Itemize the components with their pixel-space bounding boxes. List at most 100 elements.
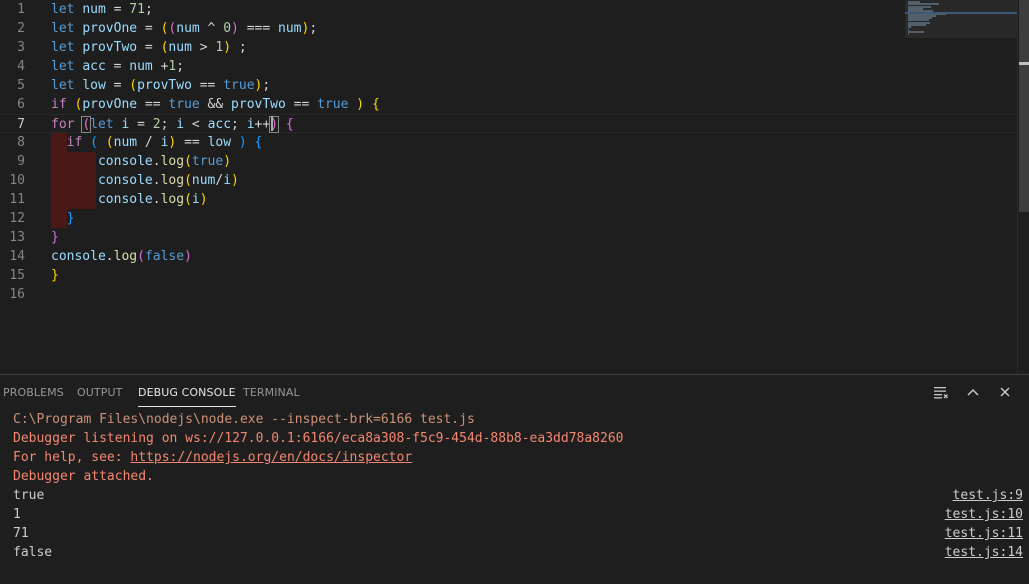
line-number[interactable]: 2 [0, 19, 25, 38]
code-line[interactable]: 14 console.log(false) [0, 247, 1017, 266]
code-token: ; [262, 78, 271, 93]
code-token: if [51, 97, 67, 112]
line-number[interactable]: 8 [0, 133, 25, 152]
inspector-docs-link[interactable]: https://nodejs.org/en/docs/inspector [130, 450, 412, 465]
code-token: ( [184, 154, 192, 169]
code-line[interactable]: 13} [0, 228, 1017, 247]
code-token: < [184, 117, 208, 132]
editor-scrollbar-thumb[interactable] [1019, 0, 1029, 212]
panel-tabs: PROBLEMS OUTPUT DEBUG CONSOLE TERMINAL [0, 375, 900, 409]
code-token: 71 [129, 2, 145, 17]
code-token: == [176, 135, 208, 150]
code-editor[interactable]: 1 let num = 71; 2 let provOne = ((num ^ 0) … [0, 0, 1029, 374]
code-token: false [144, 249, 185, 264]
code-token: console [51, 249, 106, 264]
code-token: } [51, 268, 59, 283]
line-number[interactable]: 13 [0, 228, 25, 247]
code-token: { [285, 117, 294, 132]
clear-console-icon-glyph [934, 387, 948, 399]
code-token: / [137, 135, 161, 150]
line-number[interactable]: 11 [0, 190, 25, 209]
line-number[interactable]: 5 [0, 76, 25, 95]
code-token: == [191, 78, 224, 93]
code-token: > [191, 40, 216, 55]
code-token: { [254, 135, 263, 150]
line-number[interactable]: 7 [0, 115, 25, 134]
console-line: 71 [13, 526, 29, 541]
code-token: 0 [223, 21, 232, 36]
code-line[interactable]: 12 } [0, 209, 1017, 228]
code-token: num [168, 40, 192, 55]
code-token: = [105, 59, 130, 74]
code-token: true [168, 97, 200, 112]
source-location-link[interactable]: test.js:10 [945, 505, 1023, 524]
code-token: == [285, 97, 318, 112]
code-line[interactable]: 11 console.log(i) [0, 190, 1017, 209]
line-number[interactable]: 1 [0, 0, 25, 19]
code-token: . [152, 173, 161, 188]
code-line[interactable]: 4 let acc = num +1; [0, 57, 1017, 76]
code-line[interactable]: 10 console.log(num/i) [0, 171, 1017, 190]
console-line: Debugger attached. [13, 469, 154, 484]
code-line[interactable]: 15} [0, 266, 1017, 285]
source-location-link[interactable]: test.js:14 [945, 543, 1023, 562]
code-line[interactable]: 7 for (let i = 2; i < acc; i++) { [0, 114, 1017, 133]
source-location-link[interactable]: test.js:11 [945, 524, 1023, 543]
tab-problems[interactable]: PROBLEMS [3, 375, 64, 409]
code-token: let [51, 21, 75, 36]
code-token: console [97, 154, 153, 169]
code-token: ) [223, 154, 232, 169]
line-number[interactable]: 6 [0, 95, 25, 114]
line-number[interactable]: 10 [0, 171, 25, 190]
minimap-slider[interactable] [905, 0, 1017, 38]
code-token: ++ [254, 117, 271, 132]
line-number[interactable]: 15 [0, 266, 25, 285]
chevron-up-icon[interactable] [964, 384, 982, 402]
code-text: console.log(num/i) [51, 171, 239, 190]
code-line[interactable]: 16 [0, 285, 1017, 304]
code-line[interactable]: 9 console.log(true) [0, 152, 1017, 171]
line-number[interactable]: 4 [0, 57, 25, 76]
line-number[interactable]: 14 [0, 247, 25, 266]
code-token: ( [129, 78, 138, 93]
code-text: console.log(false) [51, 247, 192, 266]
code-token: = [105, 78, 130, 93]
code-token: ( [184, 192, 192, 207]
code-line[interactable]: 6 if (provOne == true && provTwo == true … [0, 95, 1017, 114]
code-text: for (let i = 2; i < acc; i++) { [51, 115, 294, 134]
tab-terminal[interactable]: TERMINAL [243, 375, 300, 409]
code-line[interactable]: 2 let provOne = ((num ^ 0) === num); [0, 19, 1017, 38]
close-icon[interactable] [996, 384, 1014, 402]
code-token: ( [137, 249, 145, 264]
code-token: ( [81, 116, 92, 133]
code-token: ( [105, 135, 114, 150]
code-token: . [105, 249, 114, 264]
code-line[interactable]: 1 let num = 71; [0, 0, 1017, 19]
code-line[interactable]: 5 let low = (provTwo == true); [0, 76, 1017, 95]
code-token: i [246, 117, 255, 132]
code-line[interactable]: 3 let provTwo = (num > 1) ; [0, 38, 1017, 57]
line-number[interactable]: 3 [0, 38, 25, 57]
line-number[interactable]: 9 [0, 152, 25, 171]
code-token: ; [160, 117, 177, 132]
code-text: if ( (num / i) == low ) { [51, 133, 263, 152]
code-token: ) [223, 40, 232, 55]
clear-console-icon[interactable] [932, 384, 950, 402]
tab-debug-console[interactable]: DEBUG CONSOLE [138, 378, 236, 407]
code-token: true [317, 97, 349, 112]
tab-output[interactable]: OUTPUT [77, 375, 122, 409]
code-token: ; [176, 59, 185, 74]
code-token: true [191, 154, 224, 169]
code-token: provTwo [82, 40, 138, 55]
line-number[interactable]: 16 [0, 285, 25, 304]
code-line[interactable]: 8 if ( (num / i) == low ) { [0, 133, 1017, 152]
source-location-link[interactable]: test.js:9 [953, 486, 1023, 505]
minimap-current-line [905, 12, 1017, 14]
code-token: = [129, 117, 153, 132]
line-number[interactable]: 12 [0, 209, 25, 228]
